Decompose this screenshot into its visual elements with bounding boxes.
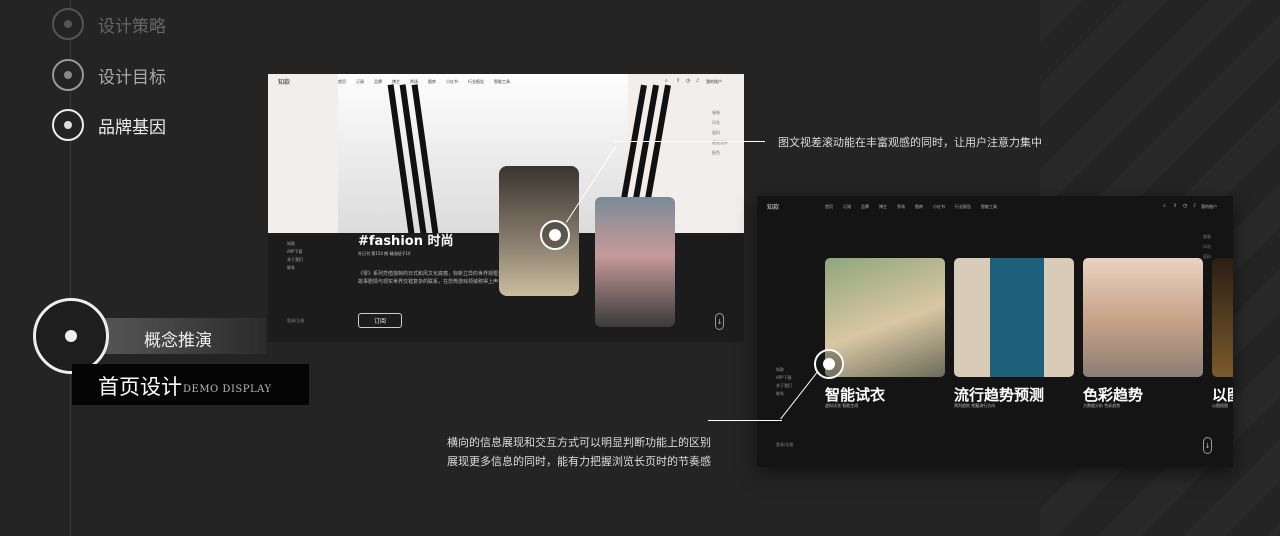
search-icon[interactable]: ⌕ (665, 78, 668, 84)
tag-item[interactable]: 面料 (1203, 252, 1211, 262)
search-icon[interactable]: ⌕ (1163, 203, 1166, 209)
side-link[interactable]: APP下载 (287, 248, 303, 256)
annotation-line (708, 420, 782, 421)
tag-item[interactable]: 服装 (712, 108, 728, 118)
nav-item-label: 品牌基因 (98, 117, 166, 138)
tag-item[interactable]: 印花 (712, 118, 728, 128)
scroll-down-icon[interactable]: ↓ (715, 313, 724, 330)
runway-photo-card[interactable] (595, 197, 675, 327)
feature-card-subtitle: 预判趋势 把握流行方向 (954, 403, 996, 408)
brand-logo[interactable]: 知款 (278, 77, 290, 86)
nav-link[interactable]: 秀场 (410, 79, 418, 85)
feature-meta: 外日刊 第154 期 精选帖子10 (358, 251, 411, 256)
feature-card-title[interactable]: 色彩趋势 (1083, 384, 1143, 405)
nav-link[interactable]: 智能工具 (494, 79, 510, 85)
nav-item-design-goals[interactable]: 设计目标 (52, 59, 166, 91)
side-link[interactable]: APP下载 (776, 374, 792, 382)
section-subtitle: DEMO DISPLAY (183, 384, 272, 395)
nav-link[interactable]: 订阅 (356, 79, 364, 85)
brand-logo[interactable]: 知款 (767, 202, 779, 211)
subscribe-button[interactable]: 订阅 (358, 313, 402, 328)
side-links: 知款 APP下载 关于我们 联系 (776, 366, 792, 398)
side-link[interactable]: 关于我们 (776, 382, 792, 390)
homepage-mockup-horizontal: 知款 首页 订阅 品牌 博主 秀场 图库 小红书 行业报告 智能工具 ⌕ ⇪ ◷… (757, 196, 1233, 467)
account-menu[interactable]: 我的账户 (1201, 204, 1217, 210)
feature-card-title[interactable]: 以图 (1212, 384, 1233, 405)
timeline-dot-icon (52, 59, 84, 91)
mockup-nav: 首页 订阅 品牌 博主 秀场 图库 小红书 行业报告 智能工具 (338, 79, 510, 85)
nav-link[interactable]: 首页 (825, 204, 833, 210)
right-tag-list: 服装 印花 面料 视觉设计 配色 (712, 108, 728, 158)
feature-title: #fashion 时尚 (358, 234, 454, 249)
nav-link[interactable]: 品牌 (374, 79, 382, 85)
section-title: 首页设计 (98, 375, 182, 399)
side-link[interactable]: 知款 (287, 240, 303, 248)
annotation-line (613, 141, 765, 142)
nav-link[interactable]: 小红书 (446, 79, 458, 85)
nav-link[interactable]: 图库 (915, 204, 923, 210)
tag-item[interactable]: 视觉设计 (712, 138, 728, 148)
nav-link[interactable]: 小红书 (933, 204, 945, 210)
annotation-text: 图文视差滚动能在丰富观感的同时，让用户注意力集中 (778, 136, 1042, 149)
timeline-dot-icon (52, 109, 84, 141)
feature-description: 《零》系列凭借独特的日式和风文化底蕴，标新立异的世界观框架，以及故事剧情与现实世… (358, 271, 519, 285)
timeline-dot-icon (52, 8, 84, 40)
side-link[interactable]: 联系 (287, 264, 303, 272)
nav-item-brand-gene[interactable]: 品牌基因 (52, 109, 166, 141)
feature-card-image[interactable] (1212, 258, 1233, 377)
feature-card-subtitle: 虚拟试衣 智能生成 (825, 403, 859, 408)
side-link[interactable]: 关于我们 (287, 256, 303, 264)
nav-link[interactable]: 订阅 (843, 204, 851, 210)
feature-card-title[interactable]: 智能试衣 (825, 384, 885, 405)
nav-link[interactable]: 秀场 (897, 204, 905, 210)
nav-link[interactable]: 智能工具 (981, 204, 997, 210)
tag-item[interactable]: 配色 (712, 148, 728, 158)
annotation-marker-icon (540, 220, 570, 250)
nav-item-label: 设计目标 (98, 67, 166, 88)
nav-item-label: 设计策略 (98, 16, 166, 37)
upload-icon[interactable]: ⇪ (1173, 203, 1177, 209)
feature-card-subtitle: 大数据分析 色彩趋势 (1083, 403, 1121, 408)
feature-card-image[interactable] (1083, 258, 1203, 377)
nav-link[interactable]: 图库 (428, 79, 436, 85)
side-link[interactable]: 知款 (776, 366, 792, 374)
scroll-down-icon[interactable]: ↓ (1203, 437, 1212, 454)
bell-icon[interactable]: ♪ (1193, 203, 1196, 209)
right-tag-list: 服装 印花 面料 (1203, 232, 1211, 262)
account-menu[interactable]: 我的账户 (706, 79, 722, 85)
mockup-nav: 首页 订阅 品牌 博主 秀场 图库 小红书 行业报告 智能工具 (825, 204, 997, 210)
annotation-marker-icon (814, 349, 844, 379)
nav-link[interactable]: 博主 (879, 204, 887, 210)
annotation-text: 横向的信息展现和交互方式可以明显判断功能上的区别 (447, 436, 711, 449)
side-links: 知款 APP下载 关于我们 联系 (287, 240, 303, 272)
nav-link[interactable]: 行业报告 (468, 79, 484, 85)
hero-photo (338, 74, 671, 234)
annotation-text: 展现更多信息的同时，能有力把握浏览长页时的节奏感 (447, 455, 711, 468)
nav-link[interactable]: 品牌 (861, 204, 869, 210)
login-link[interactable]: 登录/注册 (776, 442, 793, 448)
clock-icon[interactable]: ◷ (686, 78, 690, 84)
side-link[interactable]: 联系 (776, 390, 792, 398)
tag-item[interactable]: 服装 (1203, 232, 1211, 242)
active-timeline-dot-icon[interactable] (33, 298, 109, 374)
bell-icon[interactable]: ♪ (696, 78, 699, 84)
nav-item-design-strategy[interactable]: 设计策略 (52, 8, 166, 40)
annotation-text-block: 横向的信息展现和交互方式可以明显判断功能上的区别 展现更多信息的同时，能有力把握… (447, 433, 711, 471)
tag-item[interactable]: 面料 (712, 128, 728, 138)
clock-icon[interactable]: ◷ (1183, 203, 1187, 209)
tag-item[interactable]: 印花 (1203, 242, 1211, 252)
homepage-mockup-parallax: 知款 首页 订阅 品牌 博主 秀场 图库 小红书 行业报告 智能工具 ⌕ ⇪ ◷… (268, 74, 744, 342)
concept-label[interactable]: 概念推演 (144, 326, 212, 351)
login-link[interactable]: 登录/注册 (287, 318, 304, 324)
upload-icon[interactable]: ⇪ (676, 78, 680, 84)
feature-card-subtitle: 以图搜图 (1212, 403, 1228, 408)
nav-link[interactable]: 博主 (392, 79, 400, 85)
nav-link[interactable]: 首页 (338, 79, 346, 85)
nav-link[interactable]: 行业报告 (955, 204, 971, 210)
feature-card-image[interactable] (954, 258, 1074, 377)
feature-card-title[interactable]: 流行趋势预测 (954, 384, 1044, 405)
